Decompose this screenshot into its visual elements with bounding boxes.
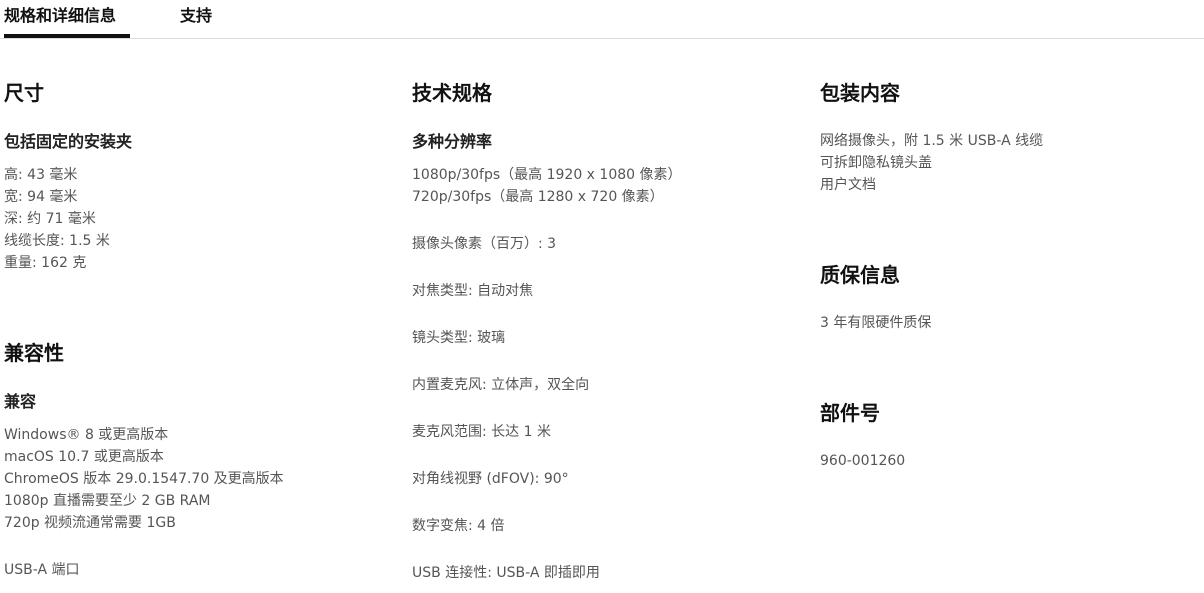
spec-usb-connectivity: USB 连接性: USB-A 即插即用	[412, 565, 600, 581]
resolution-1080p: 1080p/30fps（最高 1920 x 1080 像素）	[412, 167, 682, 183]
tab-specs-details[interactable]: 规格和详细信息	[4, 6, 116, 26]
spec-microphone: 内置麦克风: 立体声，双全向	[412, 377, 590, 393]
resolution-720p: 720p/30fps（最高 1280 x 720 像素）	[412, 189, 664, 205]
compat-chromeos: ChromeOS 版本 29.0.1547.70 及更高版本	[4, 471, 284, 487]
warranty-heading: 质保信息	[820, 263, 900, 287]
package-item-webcam: 网络摄像头，附 1.5 米 USB-A 线缆	[820, 133, 1044, 149]
dimension-cable-length: 线缆长度: 1.5 米	[4, 233, 110, 249]
compatibility-heading: 兼容性	[4, 341, 64, 365]
spec-mic-range: 麦克风范围: 长达 1 米	[412, 424, 551, 440]
spec-megapixels: 摄像头像素（百万）: 3	[412, 236, 557, 252]
part-number-heading: 部件号	[820, 401, 880, 425]
dimension-height: 高: 43 毫米	[4, 167, 78, 183]
dimensions-subheading: 包括固定的安装夹	[4, 132, 133, 151]
compatibility-list: Windows® 8 或更高版本 macOS 10.7 或更高版本 Chrome…	[4, 424, 284, 534]
dimensions-heading: 尺寸	[4, 81, 44, 105]
compat-macos: macOS 10.7 或更高版本	[4, 449, 164, 465]
spec-digital-zoom: 数字变焦: 4 倍	[412, 518, 505, 534]
spec-lens-type: 镜头类型: 玻璃	[412, 330, 506, 346]
dimension-width: 宽: 94 毫米	[4, 189, 78, 205]
compat-1080p-ram: 1080p 直播需要至少 2 GB RAM	[4, 493, 211, 509]
compat-usb-port: USB-A 端口	[4, 562, 80, 578]
compatibility-subheading: 兼容	[4, 392, 37, 411]
dimension-weight: 重量: 162 克	[4, 255, 87, 271]
spec-dfov: 对角线视野 (dFOV): 90°	[412, 471, 569, 487]
tech-specs-heading: 技术规格	[412, 81, 492, 105]
package-item-documentation: 用户文档	[820, 177, 876, 193]
warranty-text: 3 年有限硬件质保	[820, 315, 932, 331]
dimensions-list: 高: 43 毫米 宽: 94 毫米 深: 约 71 毫米 线缆长度: 1.5 米…	[4, 164, 110, 274]
resolutions-subheading: 多种分辨率	[412, 132, 493, 151]
compat-windows: Windows® 8 或更高版本	[4, 427, 169, 443]
package-item-privacy-cover: 可拆卸隐私镜头盖	[820, 155, 932, 171]
tab-bar: 规格和详细信息 支持	[0, 0, 1204, 39]
spec-focus-type: 对焦类型: 自动对焦	[412, 283, 534, 299]
active-tab-indicator	[4, 34, 130, 38]
dimension-depth: 深: 约 71 毫米	[4, 211, 96, 227]
compat-720p-ram: 720p 视频流通常需要 1GB	[4, 515, 176, 531]
tab-support[interactable]: 支持	[180, 6, 212, 26]
package-list: 网络摄像头，附 1.5 米 USB-A 线缆 可拆卸隐私镜头盖 用户文档	[820, 130, 1043, 196]
package-heading: 包装内容	[820, 81, 900, 105]
part-number-value: 960-001260	[820, 453, 906, 469]
resolutions-list: 1080p/30fps（最高 1920 x 1080 像素） 720p/30fp…	[412, 164, 682, 208]
